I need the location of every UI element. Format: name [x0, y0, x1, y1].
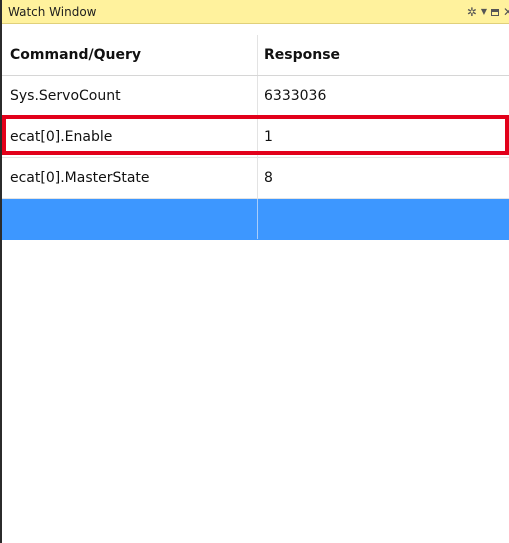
- watch-window: Watch Window ✲ ▼ ✕ Command/Query Respons…: [0, 0, 509, 543]
- new-entry-row[interactable]: [2, 199, 509, 240]
- table-row[interactable]: ecat[0].MasterState 8: [2, 158, 509, 199]
- close-icon[interactable]: ✕: [503, 5, 509, 19]
- command-cell[interactable]: [2, 199, 258, 239]
- column-header-response[interactable]: Response: [258, 35, 509, 75]
- command-cell[interactable]: Sys.ServoCount: [2, 76, 258, 116]
- grid-header: Command/Query Response: [2, 35, 509, 76]
- restore-icon[interactable]: [491, 8, 499, 16]
- response-cell: [258, 199, 509, 239]
- command-cell[interactable]: ecat[0].MasterState: [2, 158, 258, 198]
- watch-grid: Command/Query Response Sys.ServoCount 63…: [2, 35, 509, 240]
- response-cell: 8: [264, 170, 273, 186]
- window-title: Watch Window: [8, 5, 97, 19]
- title-controls: ✲ ▼ ✕: [467, 3, 509, 21]
- table-row[interactable]: Sys.ServoCount 6333036: [2, 76, 509, 117]
- table-row[interactable]: ecat[0].Enable 1: [2, 115, 509, 158]
- title-bar[interactable]: Watch Window ✲ ▼ ✕: [2, 0, 509, 24]
- dropdown-arrow-icon[interactable]: ▼: [481, 5, 487, 19]
- column-header-command[interactable]: Command/Query: [2, 35, 258, 75]
- command-cell[interactable]: ecat[0].Enable: [2, 117, 258, 157]
- gear-icon[interactable]: ✲: [467, 5, 477, 19]
- response-cell: 6333036: [264, 88, 327, 104]
- response-cell: 1: [264, 129, 273, 145]
